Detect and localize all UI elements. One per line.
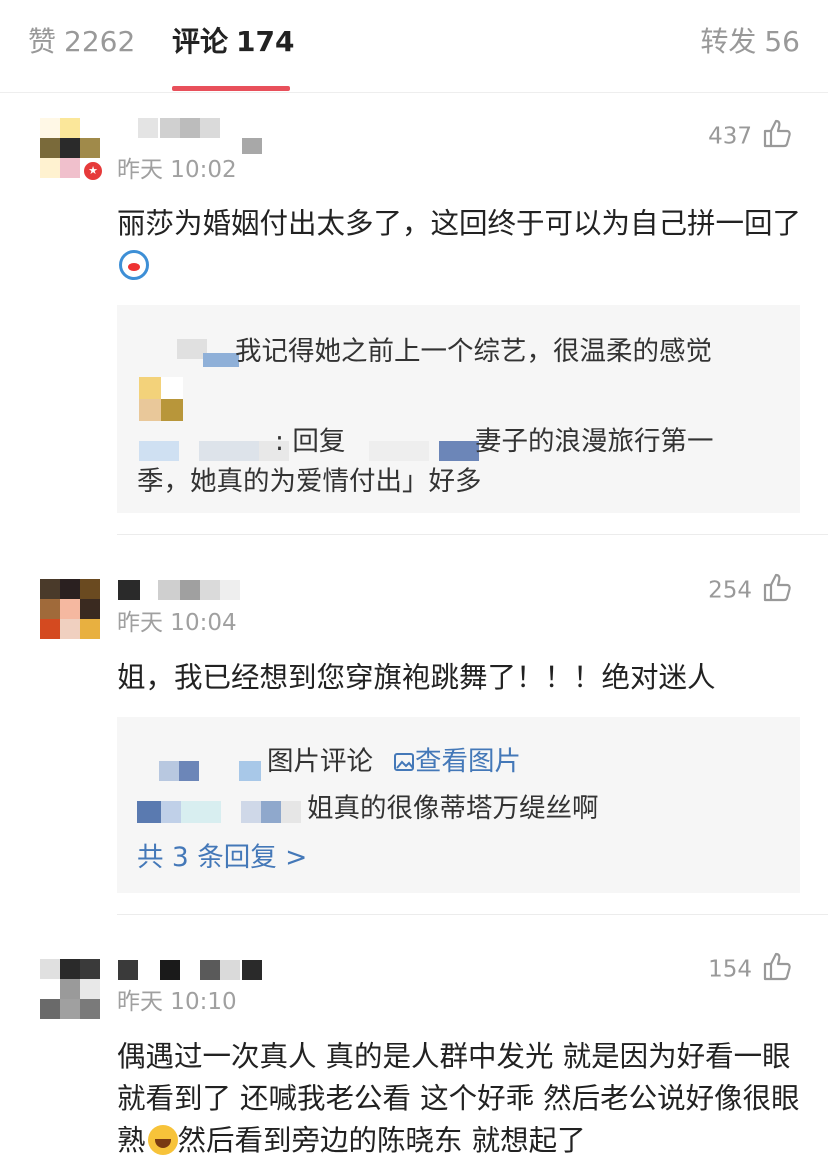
image-comment-label: 图片评论 <box>267 746 373 777</box>
comment-time: 昨天 10:02 <box>117 157 237 183</box>
doraemon-emoji-icon <box>119 250 149 280</box>
like-count: 154 <box>708 956 752 983</box>
username-mosaic[interactable] <box>118 118 263 154</box>
thumbs-up-icon <box>762 951 792 989</box>
active-tab-indicator <box>172 86 290 91</box>
tab-likes[interactable]: 赞 2262 <box>28 22 135 62</box>
divider <box>117 914 828 915</box>
tab-likes-label: 赞 <box>28 25 57 58</box>
tab-comments[interactable]: 评论 174 <box>172 22 294 62</box>
reply-text: 姐真的很像蒂塔万缇丝啊 <box>307 793 599 824</box>
comment-text: 丽莎为婚姻付出太多了，这回终于可以为自己拼一回了 <box>117 203 807 287</box>
image-icon <box>393 746 415 777</box>
reply-username-mosaic[interactable] <box>137 325 239 367</box>
view-image-link[interactable]: 查看图片 <box>393 742 521 782</box>
tab-comments-label: 评论 <box>172 25 229 58</box>
verified-badge-icon: ★ <box>82 160 104 182</box>
reply-avatar-mosaic <box>139 377 183 421</box>
reply-text: 季，她真的为爱情付出」好多 <box>137 466 482 497</box>
reply-box[interactable]: 我记得她之前上一个综艺，很温柔的感觉 : 回复 妻子的浪漫旅行第一 季，她真的为… <box>117 305 800 513</box>
reply-username-mosaic[interactable] <box>137 753 267 783</box>
more-replies-link[interactable]: 共 3 条回复 > <box>137 838 307 878</box>
comment-time: 昨天 10:04 <box>117 610 237 636</box>
like-count: 437 <box>708 123 752 150</box>
thumbs-up-icon <box>762 118 792 156</box>
thumbs-up-icon <box>762 572 792 610</box>
reply-prefix: : 回复 <box>275 426 346 457</box>
tab-reposts-count: 56 <box>764 25 800 58</box>
view-image-label: 查看图片 <box>415 746 521 777</box>
like-button[interactable]: 254 <box>708 572 792 610</box>
avatar[interactable] <box>40 579 100 639</box>
tab-reposts[interactable]: 转发 56 <box>700 22 800 62</box>
like-button[interactable]: 437 <box>708 118 792 156</box>
username-mosaic[interactable] <box>118 580 243 602</box>
reply-username-mosaic[interactable] <box>137 797 307 827</box>
reply-text: 妻子的浪漫旅行第一 <box>475 426 714 457</box>
tab-comments-count: 174 <box>236 25 295 58</box>
comment-text-content: 丽莎为婚姻付出太多了，这回终于可以为自己拼一回了 <box>117 207 802 240</box>
tab-reposts-label: 转发 <box>700 25 757 58</box>
reply-text: 我记得她之前上一个综艺，很温柔的感觉 <box>235 336 712 367</box>
comment-text: 偶遇过一次真人 真的是人群中发光 就是因为好看一眼就看到了 还喊我老公看 这个好… <box>117 1036 807 1162</box>
username-mosaic[interactable] <box>118 960 268 982</box>
divider <box>117 534 828 535</box>
like-count: 254 <box>708 577 752 604</box>
avatar[interactable] <box>40 959 100 1019</box>
comment-text: 姐，我已经想到您穿旗袍跳舞了！！！绝对迷人 <box>117 661 716 694</box>
reply-box[interactable]: 图片评论 查看图片 姐真的很像蒂塔万缇丝啊 共 3 条回复 > <box>117 717 800 893</box>
tab-likes-count: 2262 <box>64 25 136 58</box>
tab-bar: 赞 2262 评论 174 转发 56 <box>0 0 828 93</box>
like-button[interactable]: 154 <box>708 951 792 989</box>
comment-text-continued: 然后看到旁边的陈晓东 就想起了 <box>177 1124 586 1157</box>
comment-time: 昨天 10:10 <box>117 989 237 1015</box>
laughing-tears-emoji-icon <box>147 1125 178 1155</box>
